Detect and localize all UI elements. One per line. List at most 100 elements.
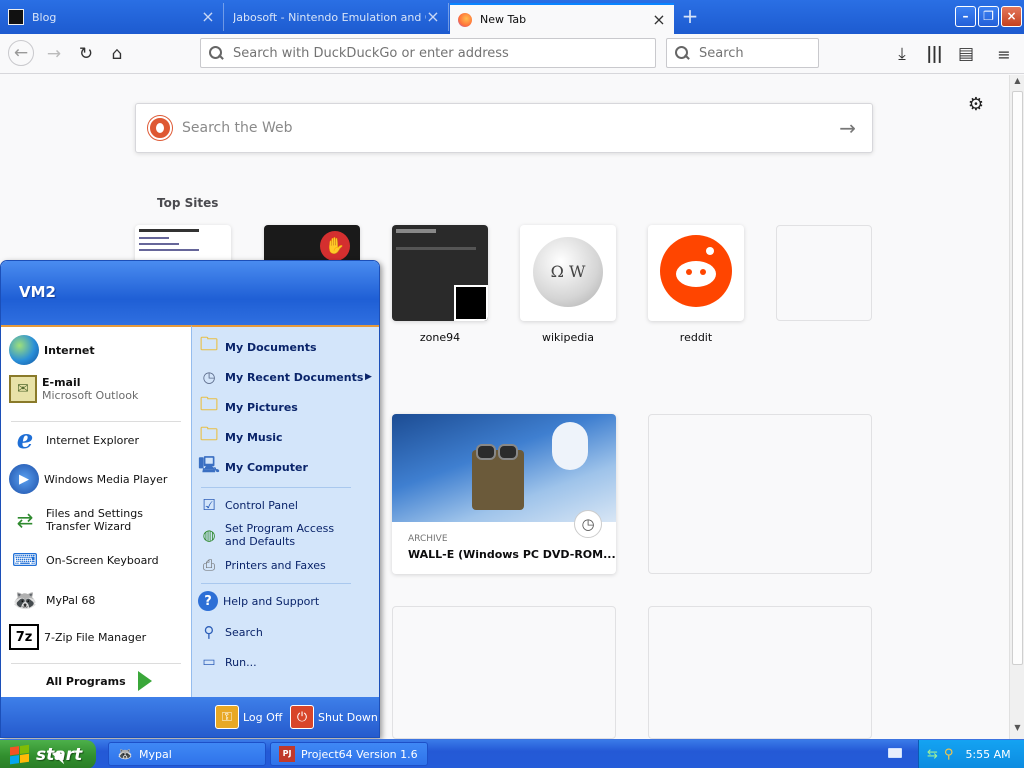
top-site-empty-slot (776, 225, 872, 321)
top-site-tile-reddit[interactable] (648, 225, 744, 321)
restore-button[interactable]: ❐ (978, 6, 999, 27)
tab-new-tab[interactable]: New Tab × (450, 3, 674, 34)
control-panel-icon: ☑ (202, 496, 216, 514)
vertical-scrollbar[interactable]: ▲ ▼ (1009, 75, 1024, 739)
start-item-label: My Recent Documents (225, 370, 364, 384)
tab-close-icon[interactable]: × (201, 9, 215, 25)
reload-icon[interactable]: ↻ (74, 42, 98, 66)
start-item-7zip[interactable]: 7z 7-Zip File Manager (9, 624, 146, 650)
taskbar-button-mypal[interactable]: 🦝 Mypal (108, 742, 266, 766)
start-item-program-access[interactable]: ◍ Set Program Access and Defaults (198, 522, 355, 548)
downloads-icon[interactable]: ⤓ (890, 42, 914, 66)
top-site-tile-zone94[interactable] (392, 225, 488, 321)
library-icon[interactable]: ||| (922, 42, 946, 66)
start-item-run[interactable]: ▭ Run... (198, 651, 257, 673)
robot-eye (498, 444, 518, 460)
start-item-mypal[interactable]: 🦝 MyPal 68 (9, 584, 96, 616)
back-arrow-icon[interactable]: ← (8, 40, 34, 66)
internet-globe-icon (9, 335, 39, 365)
start-item-windows-media-player[interactable]: ▶ Windows Media Player (9, 464, 167, 494)
start-item-label: 7-Zip File Manager (44, 630, 147, 644)
duckduckgo-logo-icon (148, 116, 172, 140)
scroll-down-arrow-icon[interactable]: ▼ (1010, 723, 1024, 737)
tab-jabosoft[interactable]: Jabosoft - Nintendo Emulation and Ot × (225, 3, 449, 31)
scrollbar-thumb[interactable] (1012, 91, 1023, 665)
new-tab-plus-icon[interactable]: + (680, 6, 700, 27)
start-item-label: Run... (225, 655, 257, 669)
minimize-button[interactable]: – (955, 6, 976, 27)
reddit-eye (700, 269, 706, 275)
forward-arrow-icon[interactable]: → (42, 42, 66, 66)
page-preview (396, 229, 436, 233)
start-item-label: Set Program Access and Defaults (225, 522, 335, 548)
close-window-button[interactable]: × (1001, 6, 1022, 27)
top-site-tile-wikipedia[interactable]: Ω W (520, 225, 616, 321)
network-icon[interactable]: ⇆ (927, 747, 938, 762)
start-item-my-documents[interactable]: 🗀 My Documents (198, 334, 317, 358)
firefox-icon (458, 12, 472, 27)
page-preview (139, 243, 179, 245)
reddit-antenna (706, 247, 714, 255)
tab-title: Blog (32, 10, 57, 24)
tab-close-icon[interactable]: × (652, 11, 666, 27)
search-bar-placeholder: Search (699, 45, 744, 61)
start-item-label: My Music (225, 430, 283, 444)
start-item-my-recent-documents[interactable]: ◷ My Recent Documents ▶ (198, 366, 374, 388)
sidebar-icon[interactable]: ▤ (954, 42, 978, 66)
home-icon[interactable]: ⌂ (105, 42, 129, 66)
gear-icon[interactable]: ⚙ (966, 95, 986, 115)
program-access-icon: ◍ (202, 526, 216, 544)
shut-down-button[interactable]: ⏻ Shut Down (290, 705, 378, 729)
scroll-up-arrow-icon[interactable]: ▲ (1010, 76, 1024, 90)
arrow-right-icon[interactable]: → (839, 116, 856, 140)
start-item-search[interactable]: ⚲ Search (198, 621, 263, 643)
highlight-card[interactable]: ◷ ARCHIVE WALL-E (Windows PC DVD-ROM... (392, 414, 616, 574)
menu-hamburger-icon[interactable]: ≡ (992, 42, 1016, 66)
page-preview (396, 247, 476, 250)
web-search-box[interactable]: Search the Web → (135, 103, 873, 153)
tab-close-icon[interactable]: × (426, 9, 440, 25)
highlight-empty-slot (392, 606, 616, 739)
start-item-my-computer[interactable]: 🖳 My Computer (198, 455, 308, 478)
start-item-label: Internet (44, 343, 95, 357)
start-item-label: Files and Settings Transfer Wizard (46, 507, 143, 533)
start-item-control-panel[interactable]: ☑ Control Panel (198, 494, 298, 516)
taskbar-button-project64[interactable]: PJ Project64 Version 1.6 (270, 742, 428, 766)
tab-blog[interactable]: Blog × (0, 3, 224, 31)
system-tray: ⇆ ⚲ 5:55 AM (918, 740, 1024, 768)
all-programs-button[interactable]: All Programs (46, 671, 152, 691)
start-item-label: E-mail (42, 376, 81, 389)
keyboard-layout-icon[interactable] (888, 748, 902, 758)
zone94-favicon-icon (454, 285, 488, 321)
url-bar-placeholder: Search with DuckDuckGo or enter address (233, 45, 509, 61)
taskbar-button-label: Project64 Version 1.6 (301, 747, 418, 761)
start-item-printers[interactable]: ⎙ Printers and Faxes (198, 554, 326, 576)
power-icon: ⏻ (290, 705, 314, 729)
start-menu: VM2 Internet ✉ E-mail Microsoft Outlook … (0, 260, 380, 738)
start-item-on-screen-keyboard[interactable]: ⌨ On-Screen Keyboard (9, 544, 159, 576)
7zip-icon: 7z (9, 624, 39, 650)
search-icon[interactable]: ⚲ (944, 747, 954, 762)
log-off-key-icon: ⚿ (215, 705, 239, 729)
start-item-label: Windows Media Player (44, 472, 168, 486)
start-menu-footer: ⚿ Log Off ⏻ Shut Down (1, 697, 379, 737)
start-button[interactable]: start (0, 740, 96, 768)
mypal-raccoon-icon: 🦝 (117, 747, 133, 761)
start-item-email[interactable]: ✉ E-mail Microsoft Outlook (9, 375, 138, 403)
search-bar[interactable]: Search (666, 38, 819, 68)
tab-title: Jabosoft - Nintendo Emulation and Ot (233, 10, 426, 24)
navigation-toolbar: ← → ↻ ⌂ Search with DuckDuckGo or enter … (0, 34, 1024, 74)
start-item-help[interactable]: ? Help and Support (198, 591, 319, 611)
printer-icon: ⎙ (202, 556, 215, 574)
log-off-button[interactable]: ⚿ Log Off (215, 705, 282, 729)
search-icon: ⚲ (203, 623, 215, 641)
internet-explorer-icon: e (16, 425, 34, 455)
highlight-empty-slot (648, 606, 872, 739)
clock[interactable]: 5:55 AM (965, 748, 1010, 761)
start-item-internet[interactable]: Internet (9, 335, 95, 365)
start-item-transfer-wizard[interactable]: ⇄ Files and Settings Transfer Wizard (9, 504, 182, 536)
url-bar[interactable]: Search with DuckDuckGo or enter address (200, 38, 656, 68)
start-item-my-pictures[interactable]: 🗀 My Pictures (198, 394, 298, 418)
start-item-internet-explorer[interactable]: e Internet Explorer (9, 424, 139, 456)
start-item-my-music[interactable]: 🗀 My Music (198, 424, 283, 448)
